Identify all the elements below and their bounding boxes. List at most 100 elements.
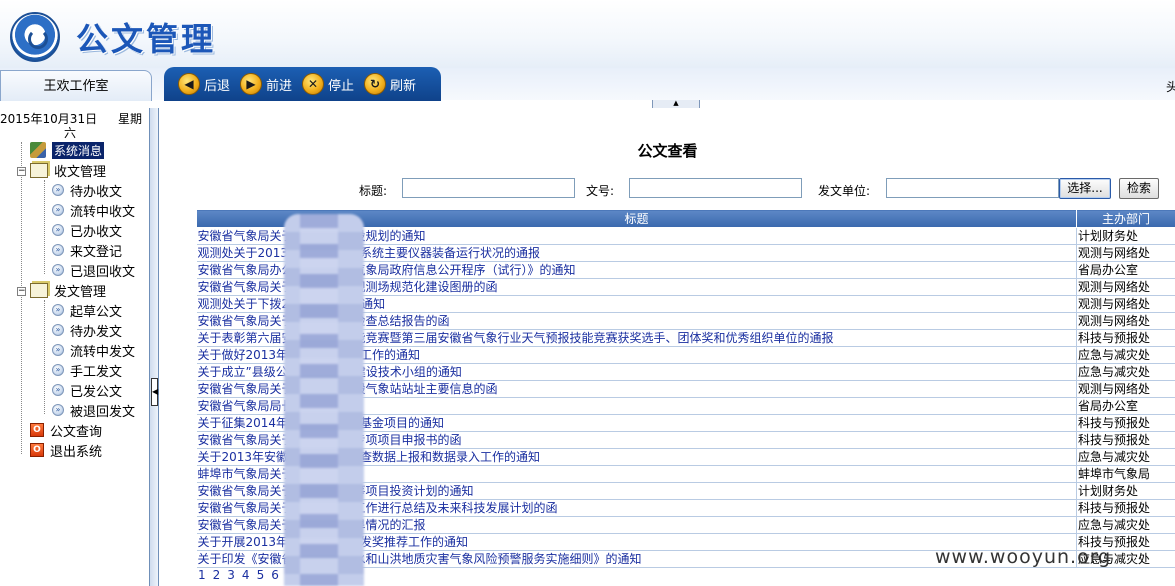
department-cell: 科技与预报处 (1076, 414, 1175, 432)
sidebar-item-system-message[interactable]: 系统消息 (30, 141, 105, 159)
title-input[interactable] (402, 178, 575, 198)
search-button[interactable]: 检索 (1119, 178, 1159, 199)
page-link[interactable]: 4 (242, 568, 250, 582)
sidebar-item-label: 起草公文 (70, 304, 123, 320)
bullet-icon: » (52, 204, 64, 216)
truncated-header-text: 头 (1166, 80, 1175, 94)
page-link[interactable]: 6 (271, 568, 279, 582)
sidebar-item-label: 发文管理 (54, 284, 107, 300)
department-cell: 蚌埠市气象局 (1076, 465, 1175, 483)
search-form: 标题: 文号: 发文单位: 选择... 检索 (160, 178, 1175, 200)
forward-icon: ▶ (240, 73, 263, 95)
sidebar-item-pending-outbox[interactable]: » 待办发文 (52, 321, 123, 340)
bullet-icon: » (52, 184, 64, 196)
sidebar-item-inbox-done[interactable]: » 已办收文 (52, 221, 123, 240)
sidebar-item-label: 流转中收文 (70, 204, 136, 220)
sidebar-item-label: 系统消息 (52, 141, 105, 159)
collapse-sidebar-icon[interactable]: ◀ (151, 378, 158, 406)
department-cell: 省局办公室 (1076, 397, 1175, 415)
department-cell: 计划财务处 (1076, 482, 1175, 500)
forward-button[interactable]: ▶ 前进 (240, 73, 292, 95)
department-cell: 观测与网络处 (1076, 312, 1175, 330)
sidebar-item-incoming-register[interactable]: » 来文登记 (52, 241, 123, 260)
bullet-icon: » (52, 344, 64, 356)
sidebar-item-label: 收文管理 (54, 164, 107, 180)
sidebar-group-outbox[interactable]: 发文管理 (30, 281, 107, 300)
department-cell: 计划财务处 (1076, 227, 1175, 245)
issuing-unit-input[interactable] (886, 178, 1059, 198)
weekday-prefix: 星期 (118, 112, 143, 126)
back-icon: ◀ (178, 73, 200, 95)
stop-button[interactable]: ✕ 停止 (302, 73, 354, 95)
office-tab[interactable]: 王欢工作室 (0, 70, 152, 101)
stop-label: 停止 (328, 78, 355, 94)
page-link[interactable]: 3 (227, 568, 235, 582)
back-button[interactable]: ◀ 后退 (178, 73, 230, 95)
bullet-icon: » (52, 324, 64, 336)
refresh-label: 刷新 (390, 78, 417, 94)
refresh-button[interactable]: ↻ 刷新 (364, 73, 416, 95)
bullet-icon: » (52, 224, 64, 236)
department-cell: 应急与减灾处 (1076, 448, 1175, 466)
select-unit-button[interactable]: 选择... (1059, 178, 1111, 199)
bullet-icon: » (52, 304, 64, 316)
bullet-icon: » (52, 244, 64, 256)
collapse-inbox-toggle[interactable]: − (17, 167, 26, 176)
sidebar-item-logout[interactable]: O 退出系统 (30, 441, 103, 460)
sidebar-item-label: 已办收文 (70, 224, 123, 240)
department-cell: 应急与减灾处 (1076, 363, 1175, 381)
redaction-blur (284, 214, 364, 586)
sidebar-item-inbox-in-transit[interactable]: » 流转中收文 (52, 201, 136, 220)
sidebar-item-sent[interactable]: » 已发公文 (52, 381, 123, 400)
sidebar-item-outbox-in-transit[interactable]: » 流转中发文 (52, 341, 136, 360)
sidebar-item-label: 公文查询 (50, 424, 103, 440)
sidebar-item-doc-query[interactable]: O 公文查询 (30, 421, 103, 440)
sidebar-item-label: 来文登记 (70, 244, 123, 260)
column-header-department[interactable]: 主办部门 (1076, 209, 1175, 228)
watermark: www.wooyun.org (935, 546, 1112, 568)
sidebar-item-label: 已发公文 (70, 384, 123, 400)
page-link[interactable]: 2 (213, 568, 221, 582)
browser-toolbar: ◀ 后退 ▶ 前进 ✕ 停止 ↻ 刷新 (164, 67, 441, 101)
sidebar-item-label: 流转中发文 (70, 344, 136, 360)
sidebar-item-label: 待办发文 (70, 324, 123, 340)
sidebar-item-manual-outbox[interactable]: » 手工发文 (52, 361, 122, 380)
department-cell: 观测与网络处 (1076, 380, 1175, 398)
sidebar-item-draft[interactable]: » 起草公文 (52, 301, 123, 320)
sidebar-item-pending-inbox[interactable]: » 待办收文 (52, 181, 123, 200)
department-cell: 观测与网络处 (1076, 278, 1175, 296)
page-link[interactable]: 5 (257, 568, 265, 582)
department-cell: 应急与减灾处 (1076, 346, 1175, 364)
page-title: 公文查看 (637, 142, 698, 160)
back-label: 后退 (204, 78, 231, 94)
page-link[interactable]: 1 (198, 568, 206, 582)
inbox-folder-icon (30, 162, 48, 178)
app-header: 公文管理 (0, 0, 1175, 68)
sidebar-item-label: 退出系统 (50, 444, 103, 460)
department-cell: 应急与减灾处 (1076, 516, 1175, 534)
forward-label: 前进 (266, 78, 293, 94)
department-cell: 科技与预报处 (1076, 499, 1175, 517)
refresh-icon: ↻ (364, 73, 387, 95)
bullet-icon: » (52, 364, 64, 376)
logout-icon: O (30, 443, 44, 457)
doc-number-input[interactable] (629, 178, 802, 198)
app-title: 公文管理 (76, 20, 217, 58)
sidebar-group-inbox[interactable]: 收文管理 (30, 161, 107, 180)
outbox-folder-icon (30, 282, 48, 298)
sidebar-item-outbox-returned[interactable]: » 被退回发文 (52, 401, 136, 420)
sidebar-splitter[interactable]: ◀ (150, 108, 159, 586)
sidebar-item-label: 待办收文 (70, 184, 123, 200)
bullet-icon: » (52, 264, 64, 276)
query-icon: O (30, 423, 44, 437)
department-cell: 省局办公室 (1076, 261, 1175, 279)
sidebar-item-label: 已退回收文 (70, 264, 136, 280)
bullet-icon: » (52, 404, 64, 416)
system-message-icon (30, 142, 46, 158)
sidebar: 2015年10月31日 星期 六 系统消息 − 收文管理 » 待办收文 » 流转… (0, 108, 150, 586)
weekday: 六 (64, 126, 77, 140)
collapse-outbox-toggle[interactable]: − (17, 287, 26, 296)
sidebar-item-label: 被退回发文 (70, 404, 136, 420)
sidebar-item-inbox-returned[interactable]: » 已退回收文 (52, 261, 136, 280)
issuing-unit-label: 发文单位: (818, 184, 871, 198)
